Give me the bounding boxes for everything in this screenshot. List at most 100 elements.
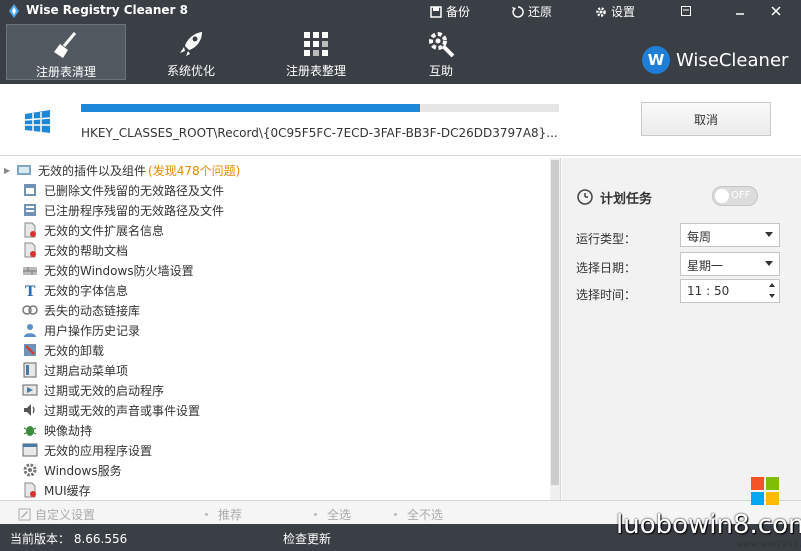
list-item[interactable]: 无效的Windows防火墙设置: [0, 260, 548, 280]
bullet-icon: [314, 513, 317, 516]
schedule-toggle[interactable]: OFF: [712, 186, 758, 206]
bullet-icon: [394, 513, 397, 516]
run-type-label: 运行类型：: [576, 232, 637, 246]
user-history-icon: [24, 324, 36, 337]
list-item-label: 已删除文件残留的无效路径及文件: [44, 183, 225, 198]
minimize-button[interactable]: [728, 2, 752, 20]
start-menu-icon: [23, 362, 37, 378]
list-item[interactable]: 过期或无效的声音或事件设置: [0, 400, 548, 420]
backup-button[interactable]: 备份: [430, 3, 470, 20]
plugin-icon: [17, 165, 31, 175]
windows-logo-icon: [751, 477, 779, 505]
dll-icon: [22, 305, 38, 315]
list-item-label: 丢失的动态链接库: [44, 303, 141, 318]
custom-settings-button[interactable]: 自定义设置: [18, 506, 95, 523]
list-item[interactable]: T 无效的字体信息: [0, 280, 548, 300]
chevron-down-icon: [765, 261, 773, 266]
list-item-label: 过期或无效的声音或事件设置: [44, 403, 201, 418]
brand-logo: W WiseCleaner: [642, 46, 788, 74]
expand-arrow-icon[interactable]: ▶: [4, 166, 14, 175]
rocket-icon: [180, 32, 202, 56]
menu-icon: [681, 6, 691, 16]
brand-name: WiseCleaner: [676, 49, 789, 71]
chevron-down-icon: [765, 232, 773, 237]
tab-help[interactable]: 互助: [381, 24, 501, 80]
list-item-label: 已注册程序残留的无效路径及文件: [44, 203, 225, 218]
font-icon: T: [25, 284, 36, 298]
tab-label: 系统优化: [166, 64, 215, 78]
list-item[interactable]: 无效的帮助文档: [0, 240, 548, 260]
help-doc-icon: [24, 242, 36, 258]
menu-button[interactable]: [674, 2, 698, 20]
tab-system-optimize[interactable]: 系统优化: [131, 24, 251, 80]
scan-progress-fill: [81, 104, 421, 112]
backup-label: 备份: [446, 5, 471, 19]
list-item-label: 映像劫持: [44, 423, 93, 438]
list-item-label: 无效的应用程序设置: [44, 443, 153, 458]
list-item[interactable]: 映像劫持: [0, 420, 548, 440]
date-select[interactable]: 星期一: [680, 252, 780, 276]
brand-badge: W: [642, 46, 670, 74]
backup-icon: [430, 5, 442, 18]
restore-label: 还原: [528, 5, 553, 19]
list-item-label: MUI缓存: [44, 483, 91, 498]
tools-icon: [429, 32, 455, 58]
select-none-label: 全不选: [407, 508, 444, 522]
spin-up-icon[interactable]: [769, 283, 775, 287]
uninstall-icon: [24, 344, 36, 356]
spin-down-icon[interactable]: [769, 294, 775, 298]
close-button[interactable]: [764, 2, 788, 20]
scan-progress-bar: [81, 104, 559, 112]
time-spinner[interactable]: 11 : 50: [680, 279, 780, 303]
list-item[interactable]: 用户操作历史记录: [0, 320, 548, 340]
list-item-label: 用户操作历史记录: [44, 323, 141, 338]
list-item[interactable]: Windows服务: [0, 460, 548, 480]
list-item[interactable]: 已删除文件残留的无效路径及文件: [0, 180, 548, 200]
cancel-button[interactable]: 取消: [641, 102, 771, 136]
select-none-button[interactable]: 全不选: [394, 506, 443, 523]
tab-label: 注册表清理: [35, 65, 96, 79]
firewall-icon: [23, 267, 37, 275]
bullet-icon: [205, 513, 208, 516]
found-count: (发现478个问题): [148, 163, 241, 178]
service-gear-icon: [23, 463, 37, 477]
bug-icon: [23, 426, 37, 436]
list-item[interactable]: 无效的文件扩展名信息: [0, 220, 548, 240]
list-item[interactable]: MUI缓存: [0, 480, 548, 500]
list-item-label: 过期或无效的启动程序: [44, 383, 165, 398]
tab-registry-clean[interactable]: 注册表清理: [6, 24, 126, 80]
defrag-icon: [304, 32, 328, 56]
registry-icon: [24, 110, 51, 133]
check-update-link[interactable]: 检查更新: [283, 530, 331, 547]
list-scrollbar[interactable]: [550, 158, 560, 500]
time-value: 11 : 50: [687, 284, 730, 298]
recommend-button[interactable]: 推荐: [205, 506, 242, 523]
mui-cache-icon: [24, 482, 36, 498]
list-item[interactable]: 丢失的动态链接库: [0, 300, 548, 320]
svg-text:T: T: [25, 284, 36, 298]
select-all-button[interactable]: 全选: [314, 506, 351, 523]
list-item[interactable]: 无效的应用程序设置: [0, 440, 548, 460]
title-bar: Wise Registry Cleaner 8 备份 还原 设置: [0, 0, 801, 22]
scan-current-path: HKEY_CLASSES_ROOT\Record\{0C95F5FC-7ECD-…: [81, 126, 558, 140]
run-type-select[interactable]: 每周: [680, 223, 780, 247]
list-item-label: 过期启动菜单项: [44, 363, 129, 378]
restore-button[interactable]: 还原: [512, 3, 552, 20]
startup-program-icon: [22, 384, 38, 396]
list-item[interactable]: 过期启动菜单项: [0, 360, 548, 380]
date-value: 星期一: [687, 259, 724, 273]
list-item[interactable]: ▶ 无效的插件以及组件 (发现478个问题): [0, 160, 548, 180]
time-label: 选择时间：: [576, 288, 637, 302]
date-label: 选择日期：: [576, 261, 637, 275]
scroll-thumb[interactable]: [551, 160, 559, 485]
tab-registry-defrag[interactable]: 注册表整理: [256, 24, 376, 80]
recommend-label: 推荐: [218, 508, 243, 522]
settings-button[interactable]: 设置: [595, 3, 635, 20]
close-icon: [771, 6, 781, 16]
list-item[interactable]: 无效的卸载: [0, 340, 548, 360]
list-item[interactable]: 过期或无效的启动程序: [0, 380, 548, 400]
list-item[interactable]: 已注册程序残留的无效路径及文件: [0, 200, 548, 220]
program-path-icon: [24, 204, 36, 216]
list-item-label: 无效的帮助文档: [44, 243, 129, 258]
list-item-label: 无效的插件以及组件: [38, 163, 147, 178]
